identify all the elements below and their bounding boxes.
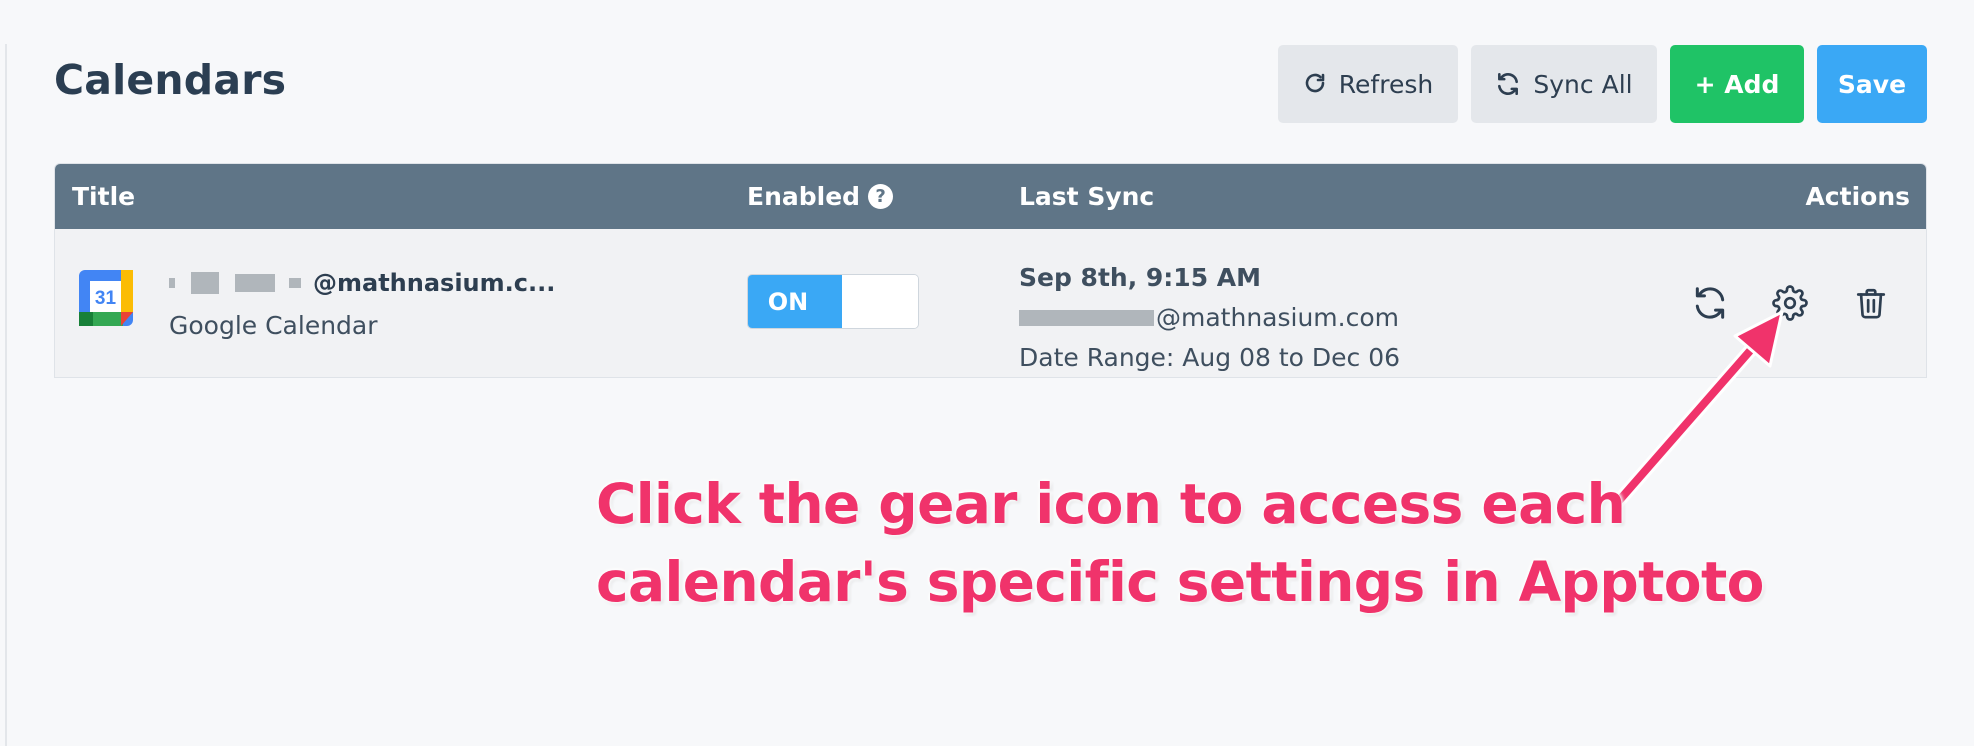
refresh-icon [1305, 73, 1325, 93]
column-header-enabled: Enabled ? [747, 182, 894, 211]
redacted-block [191, 272, 219, 294]
sync-all-button-label: Sync All [1533, 69, 1633, 99]
sync-icon [1498, 72, 1519, 96]
question-circle-icon[interactable]: ? [868, 184, 894, 209]
column-header-last-sync: Last Sync [1019, 182, 1155, 211]
add-button[interactable]: + Add [1670, 45, 1804, 123]
column-header-enabled-label: Enabled [747, 182, 861, 211]
enabled-toggle[interactable]: ON [747, 274, 919, 329]
gear-icon [1772, 285, 1808, 321]
calendar-name[interactable]: @mathnasium.c... [169, 269, 555, 297]
sync-all-button[interactable]: Sync All [1471, 45, 1657, 123]
sync-account: @mathnasium.com [1019, 303, 1399, 332]
google-calendar-icon: 31 [79, 270, 133, 326]
calendars-table: Title Enabled ? Last Sync Actions 31 @ma… [54, 163, 1927, 378]
calendar-type: Google Calendar [169, 311, 378, 340]
column-header-title: Title [72, 182, 136, 211]
page-title: Calendars [54, 56, 287, 104]
toggle-knob [842, 275, 918, 328]
calendar-name-text: @mathnasium.c... [313, 269, 556, 297]
redacted-block [1019, 309, 1154, 326]
toggle-on-label: ON [748, 275, 842, 328]
column-header-actions: Actions [1805, 182, 1910, 211]
sync-email-text: @mathnasium.com [1156, 303, 1399, 332]
trash-icon [1856, 288, 1886, 319]
date-range: Date Range: Aug 08 to Dec 06 [1019, 343, 1401, 372]
table-header: Title Enabled ? Last Sync Actions [55, 164, 1926, 229]
settings-button[interactable] [1770, 283, 1810, 323]
delete-button[interactable] [1851, 283, 1891, 323]
refresh-button-label: Refresh [1338, 69, 1434, 99]
redacted-block [289, 278, 301, 288]
redacted-block [235, 274, 275, 292]
last-sync-date: Sep 8th, 9:15 AM [1019, 263, 1262, 292]
annotation-callout: Click the gear icon to access each calen… [596, 465, 1764, 621]
annotation-line-1: Click the gear icon to access each [596, 472, 1626, 536]
refresh-button[interactable]: Refresh [1278, 45, 1458, 123]
sync-icon [1695, 287, 1725, 319]
annotation-line-2: calendar's specific settings in Apptoto [596, 550, 1764, 614]
svg-text:31: 31 [95, 288, 117, 309]
table-row: 31 @mathnasium.c... Google Calendar ON S… [55, 229, 1926, 377]
left-divider [5, 44, 7, 746]
toolbar: Refresh Sync All + Add Save [1278, 45, 1927, 123]
redacted-block [169, 278, 175, 288]
sync-calendar-button[interactable] [1690, 283, 1730, 323]
save-button[interactable]: Save [1817, 45, 1927, 123]
